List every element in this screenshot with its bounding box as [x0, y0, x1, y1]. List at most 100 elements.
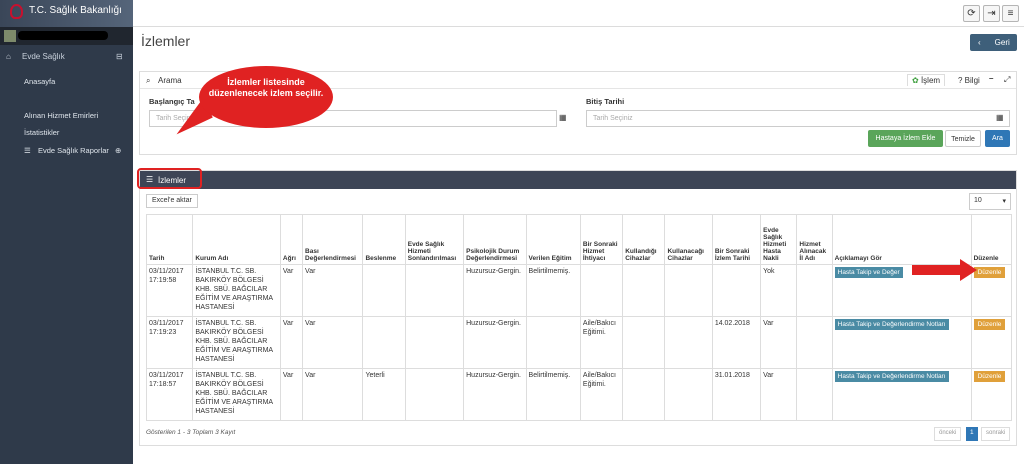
cell-aciklama: Hasta Takip ve Değerlendirme Notları: [831, 368, 972, 421]
back-button[interactable]: ‹ Geri: [970, 34, 1017, 51]
col-sonlandirma[interactable]: Evde Sağlık Hizmeti Sonlandırılması: [404, 214, 465, 265]
user-bar: [0, 27, 133, 45]
search-button[interactable]: Ara: [985, 130, 1010, 147]
cell-hasta-nakli: Var: [760, 368, 798, 421]
search-title: Arama: [158, 76, 182, 85]
cell-kullanacagi: [664, 368, 713, 421]
col-egitim[interactable]: Verilen Eğitim: [525, 214, 581, 265]
cell-kurum: İSTANBUL T.C. SB. BAKIRKÖY BÖLGESİ KHB. …: [192, 368, 281, 421]
gear-icon: ✿: [912, 76, 919, 85]
sidebar-section-evde-saglik[interactable]: ⌂ Evde Sağlık ⊟: [0, 49, 133, 65]
cell-egitim: [525, 316, 581, 369]
cell-egitim: Belirtilmemiş.: [525, 368, 581, 421]
col-aciklama[interactable]: Açıklamayı Gör: [831, 214, 972, 265]
cell-psikolojik: Huzursuz-Gergin.: [463, 316, 527, 369]
edit-button[interactable]: Düzenle: [973, 267, 1006, 278]
cell-psikolojik: Huzursuz-Gergin.: [463, 264, 527, 317]
col-kurum[interactable]: Kurum Adı: [192, 214, 281, 265]
col-beslenme[interactable]: Beslenme: [362, 214, 406, 265]
table-row[interactable]: 03/11/2017 17:19:58 İSTANBUL T.C. SB. BA…: [145, 264, 1013, 317]
col-il[interactable]: Hizmet Alınacak İl Adı: [796, 214, 833, 265]
logout-icon[interactable]: ⇥: [983, 5, 1000, 22]
home-icon: ⌂: [6, 52, 11, 61]
page-size-select[interactable]: 10 ▾: [969, 193, 1011, 210]
tab-islem[interactable]: ✿ İşlem: [907, 74, 946, 86]
chevron-left-icon: ‹: [978, 38, 981, 47]
add-izlem-button[interactable]: Hastaya İzlem Ekle: [868, 130, 943, 147]
cell-izlem-tarihi: 14.02.2018: [711, 316, 762, 369]
col-izlem-tarihi[interactable]: Bir Sonraki İzlem Tarihi: [711, 214, 762, 265]
cell-beslenme: [362, 316, 406, 369]
cell-kullandigi: [622, 316, 666, 369]
col-tarih[interactable]: Tarih: [145, 214, 194, 265]
notes-button[interactable]: Hasta Takip ve Değer: [834, 267, 903, 278]
col-duzenle: Düzenle: [970, 214, 1013, 265]
cell-aciklama: Hasta Takip ve Değerlendirme Notları: [831, 316, 972, 369]
cell-tarih: 03/11/2017 17:19:58: [145, 264, 194, 317]
fullscreen-icon[interactable]: ⤢: [1004, 75, 1010, 85]
calendar-icon[interactable]: ▦: [559, 113, 567, 122]
chevron-down-icon: ▾: [1002, 198, 1006, 205]
cell-hasta-nakli: Yok: [760, 264, 798, 317]
cell-izlem-tarihi: [711, 264, 762, 317]
cell-basi: Var: [302, 264, 364, 317]
notes-button[interactable]: Hasta Takip ve Değerlendirme Notları: [834, 319, 949, 330]
col-kullanacagi[interactable]: Kullanacağı Cihazlar: [664, 214, 713, 265]
page-1-button[interactable]: 1: [966, 427, 978, 441]
cell-agri: Var: [279, 264, 304, 317]
col-ihtiyac[interactable]: Bir Sonraki Hizmet İhtiyacı: [579, 214, 624, 265]
sidebar-item-anasayfa[interactable]: Anasayfa: [24, 77, 55, 86]
refresh-icon[interactable]: ⟳: [963, 5, 980, 22]
cell-beslenme: [362, 264, 406, 317]
col-agri[interactable]: Ağrı: [279, 214, 304, 265]
logo: T.C. Sağlık Bakanlığı: [0, 0, 133, 27]
cell-beslenme: Yeterli: [362, 368, 406, 421]
cell-izlem-tarihi: 31.01.2018: [711, 368, 762, 421]
col-kullandigi[interactable]: Kullandığı Cihazlar: [622, 214, 666, 265]
cell-il: [796, 264, 833, 317]
sidebar-item-raporlar[interactable]: Evde Sağlık Raporlar: [38, 146, 109, 155]
user-name-redacted: [18, 31, 108, 40]
cell-kullandigi: [622, 264, 666, 317]
excel-export-button[interactable]: Excel'e aktar: [146, 194, 198, 208]
prev-page-button[interactable]: önceki: [934, 427, 962, 441]
cell-tarih: 03/11/2017 17:18:57: [145, 368, 194, 421]
cell-ihtiyac: Aile/Bakıcı Eğitimi.: [579, 368, 624, 421]
cell-hasta-nakli: Var: [760, 316, 798, 369]
izlemler-header: ☰ İzlemler: [140, 171, 1016, 189]
avatar: [4, 30, 16, 42]
cell-sonlandirma: [404, 316, 465, 369]
cell-psikolojik: Huzursuz-Gergin.: [463, 368, 527, 421]
next-page-button[interactable]: sonraki: [981, 427, 1011, 441]
edit-button[interactable]: Düzenle: [973, 319, 1006, 330]
izlemler-table: Tarih Kurum Adı Ağrı Bası Değerlendirmes…: [145, 214, 1013, 421]
cell-agri: Var: [279, 368, 304, 421]
col-psikolojik[interactable]: Psikolojik Durum Değerlendirmesi: [463, 214, 527, 265]
cell-kullanacagi: [664, 264, 713, 317]
minimize-icon[interactable]: –: [989, 74, 993, 83]
table-row[interactable]: 03/11/2017 17:19:23 İSTANBUL T.C. SB. BA…: [145, 316, 1013, 369]
cell-sonlandirma: [404, 264, 465, 317]
page-title: İzlemler: [141, 33, 191, 49]
tab-bilgi[interactable]: ? Bilgi: [958, 76, 980, 85]
arrow-shaft: [912, 265, 962, 275]
table-footer-count: Gösterilen 1 - 3 Toplam 3 Kayıt: [146, 429, 236, 436]
end-date-input[interactable]: Tarih Seçiniz: [586, 110, 1010, 127]
clear-button[interactable]: Temizle: [945, 130, 981, 147]
calendar-icon[interactable]: ▦: [996, 113, 1004, 122]
expand-icon[interactable]: ⊕: [115, 146, 121, 155]
notes-button[interactable]: Hasta Takip ve Değerlendirme Notları: [834, 371, 949, 382]
col-basi[interactable]: Bası Değerlendirmesi: [302, 214, 364, 265]
brand-title: T.C. Sağlık Bakanlığı: [29, 5, 122, 16]
menu-icon[interactable]: ≡: [1002, 5, 1019, 22]
table-row[interactable]: 03/11/2017 17:18:57 İSTANBUL T.C. SB. BA…: [145, 368, 1013, 421]
highlight-box: [137, 168, 202, 189]
sidebar-item-istatistikler[interactable]: İstatistikler: [24, 128, 59, 137]
sidebar: ⌂ Evde Sağlık ⊟ Anasayfa Alınan Hizmet E…: [0, 27, 133, 464]
collapse-icon[interactable]: ⊟: [116, 52, 123, 61]
sidebar-item-hizmet-emirleri[interactable]: Alınan Hizmet Emirleri: [24, 111, 98, 120]
izlemler-panel: ☰ İzlemler Excel'e aktar 10 ▾ Tarih Kurum…: [139, 170, 1017, 446]
edit-button[interactable]: Düzenle: [973, 371, 1006, 382]
cell-il: [796, 316, 833, 369]
col-hasta-nakli[interactable]: Evde Sağlık Hizmeti Hasta Nakli: [760, 214, 798, 265]
